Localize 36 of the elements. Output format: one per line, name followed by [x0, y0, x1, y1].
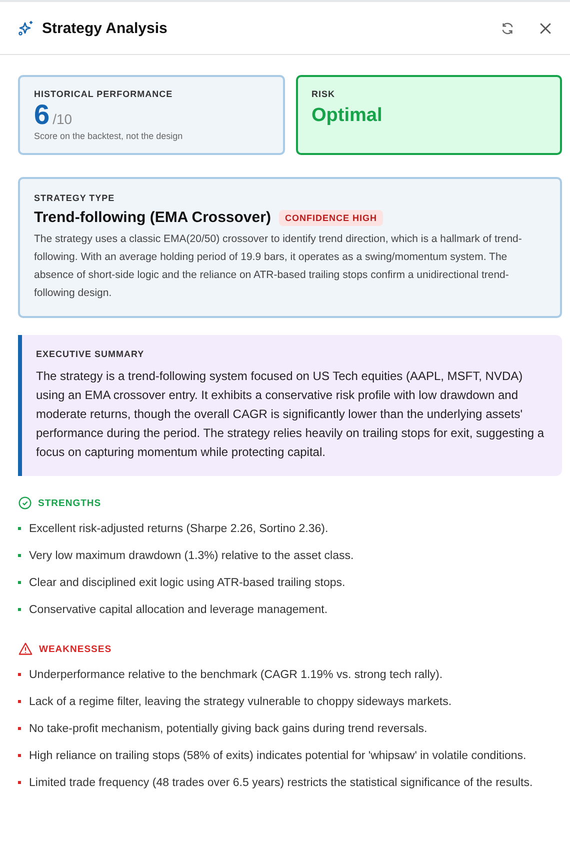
- bullet-icon: [18, 554, 21, 557]
- bullet-icon: [18, 673, 21, 676]
- bullet-icon: [18, 581, 21, 584]
- strategy-name: Trend-following (EMA Crossover): [34, 209, 271, 226]
- bullet-icon: [18, 700, 21, 703]
- panel-title: Strategy Analysis: [42, 20, 168, 36]
- bullet-icon: [18, 781, 21, 784]
- check-circle-icon: [18, 496, 32, 510]
- bullet-icon: [18, 527, 21, 530]
- risk-value: Optimal: [312, 105, 384, 127]
- list-item: Underperformance relative to the benchmark (CAGR 1.19% vs. strong tech rally).: [29, 668, 443, 683]
- score-note: Score on the backtest, not the design: [34, 131, 184, 141]
- sparkles-icon: [18, 20, 34, 36]
- list-item: Lack of a regime filter, leaving the strategy vulnerable to choppy sideways markets.: [29, 695, 452, 710]
- list-item: Limited trade frequency (48 trades over 6.5 years) restricts the statistical significance of the results.: [29, 776, 533, 791]
- score-max: /10: [52, 111, 72, 127]
- card-label: STRATEGY TYPE: [34, 193, 116, 203]
- strategy-description: The strategy uses a classic EMA(20/50) crossover to identify trend direction, which is a hallmark of trend-following. With an average holding period of 19.9 bars, it operates as a swing/momentum system. The absence of short-side logic and the reliance on ATR-based trailing stops confirm a unidirectional trend-following design.: [34, 232, 523, 301]
- section-title: WEAKNESSES: [39, 644, 112, 654]
- list-item: Clear and disciplined exit logic using ATR-based trailing stops.: [29, 576, 346, 591]
- warning-icon: [18, 642, 33, 656]
- bullet-icon: [18, 727, 21, 730]
- list-item: No take-profit mechanism, potentially giving back gains during trend reversals.: [29, 722, 428, 737]
- list-item: Very low maximum drawdown (1.3%) relative to the asset class.: [29, 549, 354, 564]
- score-value: 6: [34, 99, 50, 131]
- list-item: Conservative capital allocation and leverage management.: [29, 603, 328, 618]
- card-label: HISTORICAL PERFORMANCE: [34, 89, 174, 99]
- list-item: Excellent risk-adjusted returns (Sharpe 2.26, Sortino 2.36).: [29, 522, 328, 537]
- card-label: RISK: [312, 89, 336, 99]
- bullet-icon: [18, 608, 21, 611]
- summary-text: The strategy is a trend-following system focused on US Tech equities (AAPL, MSFT, NVDA) using an EMA crossover entry. It exhibits a conservative risk profile with low drawdown and moderate returns, though the overall CAGR is significantly lower than the underlying assets' performance during the period. The strategy relies heavily on trailing stops for exit, suggesting a focus on capturing momentum while protecting capital.: [36, 368, 546, 461]
- section-title: STRENGTHS: [38, 498, 102, 508]
- bullet-icon: [18, 754, 21, 757]
- list-item: High reliance on trailing stops (58% of exits) indicates potential for 'whipsaw' in volatile conditions.: [29, 749, 526, 764]
- confidence-badge: CONFIDENCE HIGH: [278, 210, 383, 226]
- summary-label: EXECUTIVE SUMMARY: [36, 349, 146, 359]
